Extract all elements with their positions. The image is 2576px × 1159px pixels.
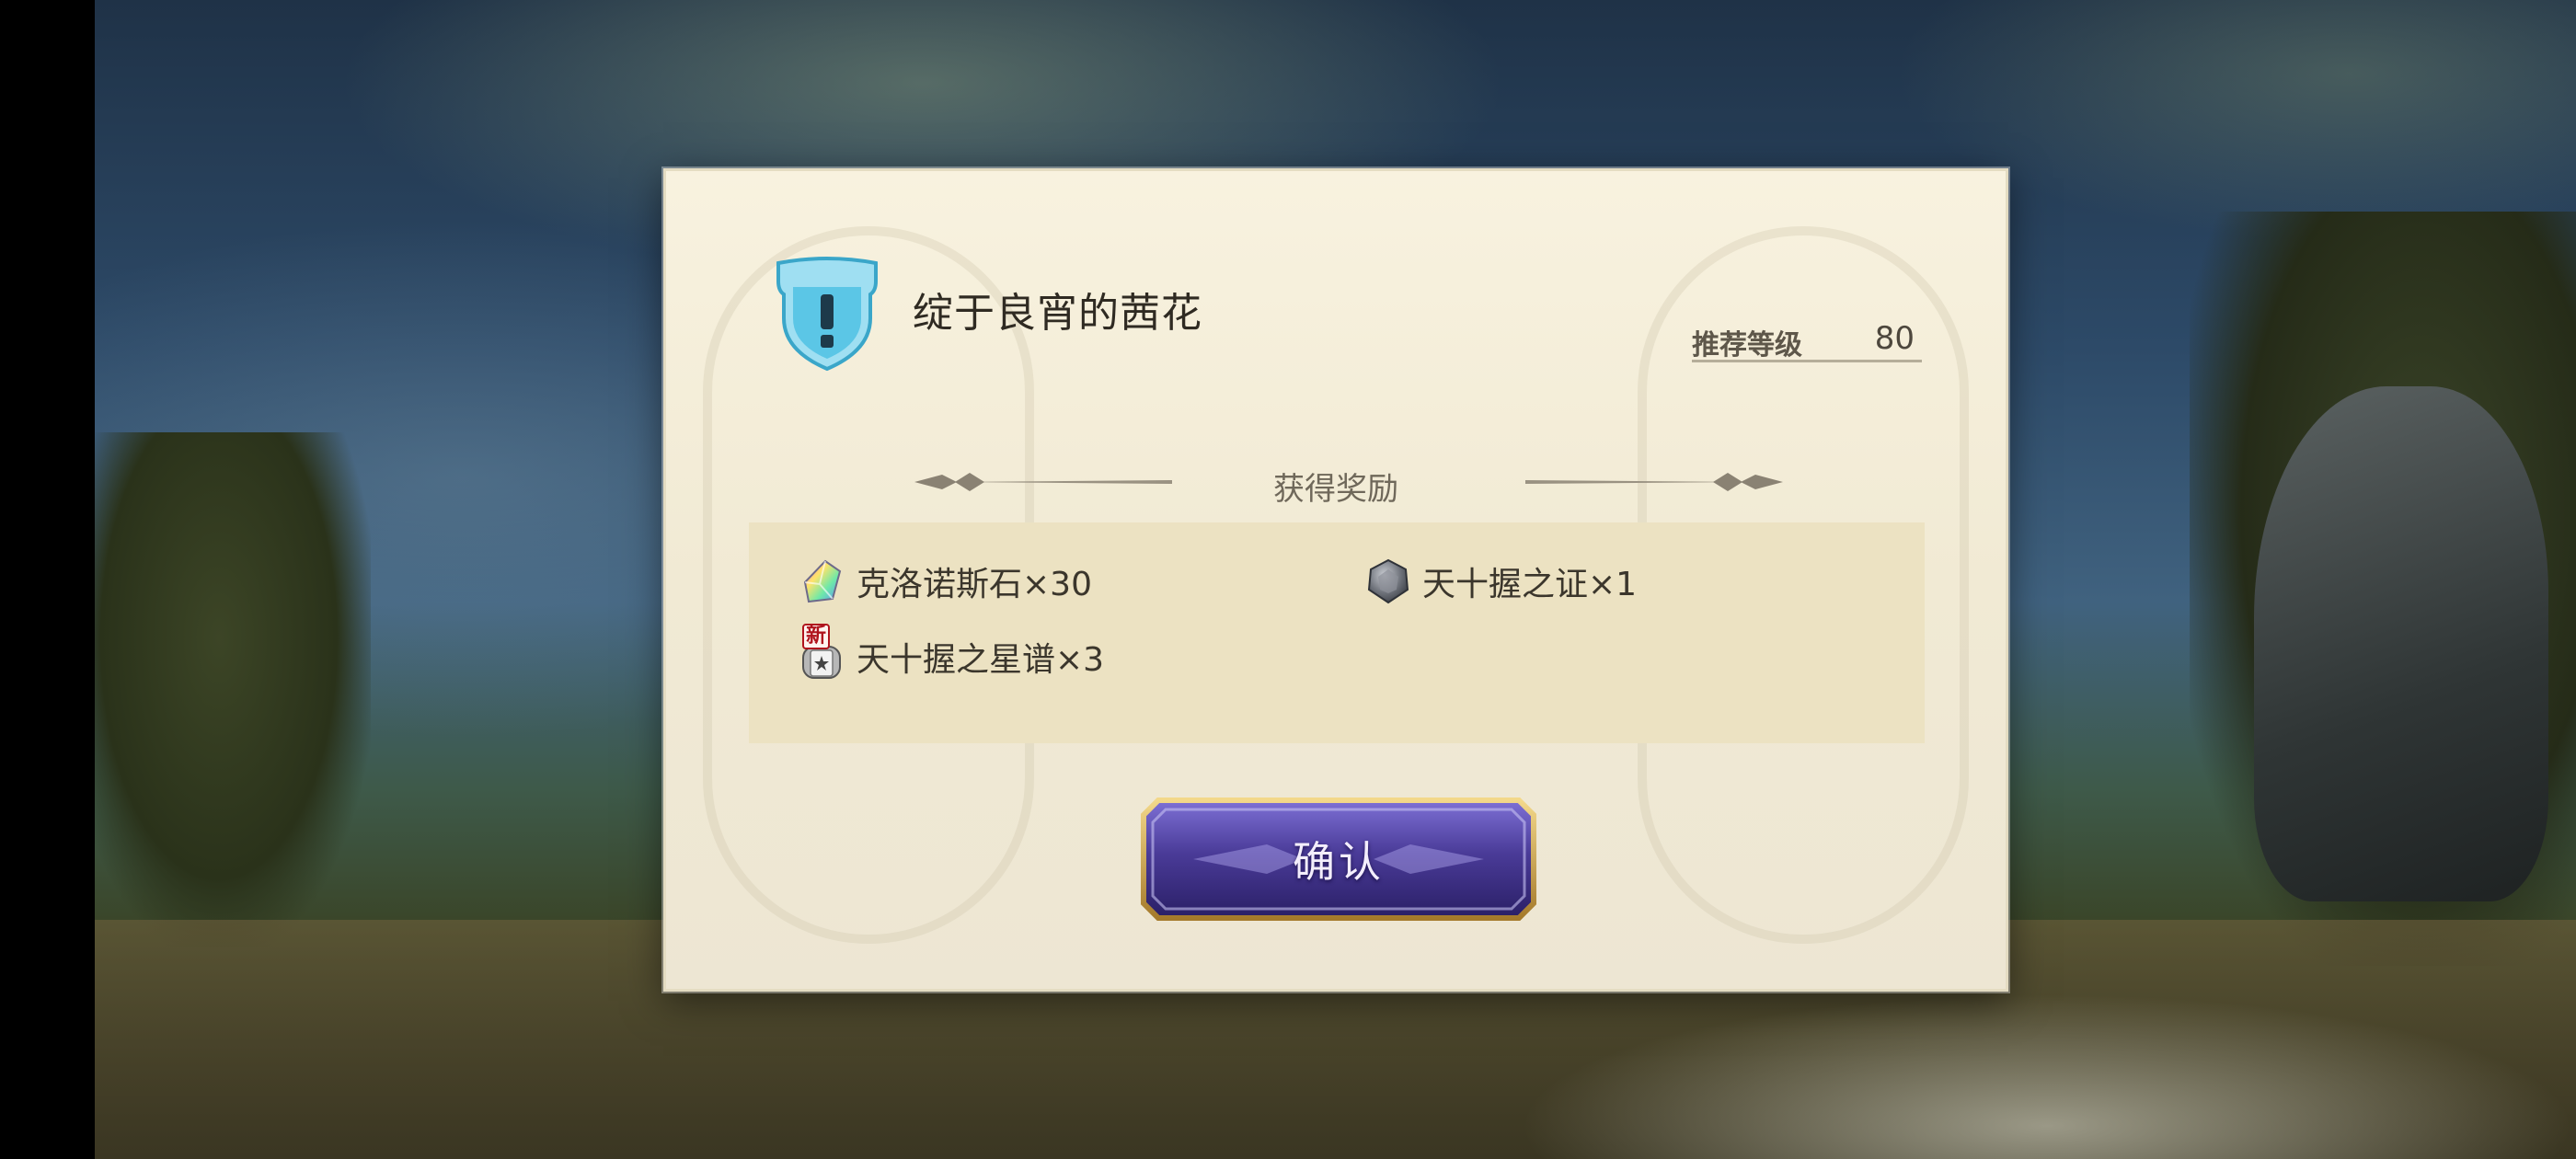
confirm-button[interactable]: 确认: [1138, 795, 1539, 924]
reward-item: 天十握之星谱×3: [799, 631, 1104, 683]
background-rock: [2254, 386, 2548, 901]
recommended-level-label: 推荐等级: [1692, 329, 1802, 361]
reward-item: 克洛诺斯石×30: [799, 556, 1092, 607]
reward-item-label: 克洛诺斯石×30: [857, 566, 1092, 603]
proof-medal-icon: [1367, 558, 1409, 604]
reward-item-label: 天十握之星谱×3: [857, 641, 1105, 679]
divider-ornament-right: [1525, 473, 1783, 491]
confirm-button-label: 确认: [1293, 837, 1385, 887]
new-badge: 新: [802, 624, 831, 649]
chronos-stone-icon: [803, 559, 842, 603]
recommended-level: 推荐等级 80: [1692, 318, 1922, 362]
quest-alert-shield-icon: [776, 257, 878, 372]
reward-list: 克洛诺斯石×30 天十握之证×1 天十握之星谱×3 新: [749, 522, 1925, 743]
reward-header: 获得奖励: [1273, 471, 1398, 508]
reward-item: 天十握之证×1: [1365, 556, 1637, 607]
background-tree-left: [95, 432, 371, 947]
recommended-level-value: 80: [1874, 320, 1915, 357]
quest-reward-dialog: 绽于良宵的茜花 推荐等级 80 获得奖励 克洛诺斯石×30 天十握之证×1 天十…: [663, 168, 2008, 992]
reward-item-label: 天十握之证×1: [1422, 566, 1638, 603]
background-grass: [1518, 993, 2576, 1159]
quest-title: 绽于良宵的茜花: [913, 290, 1202, 337]
